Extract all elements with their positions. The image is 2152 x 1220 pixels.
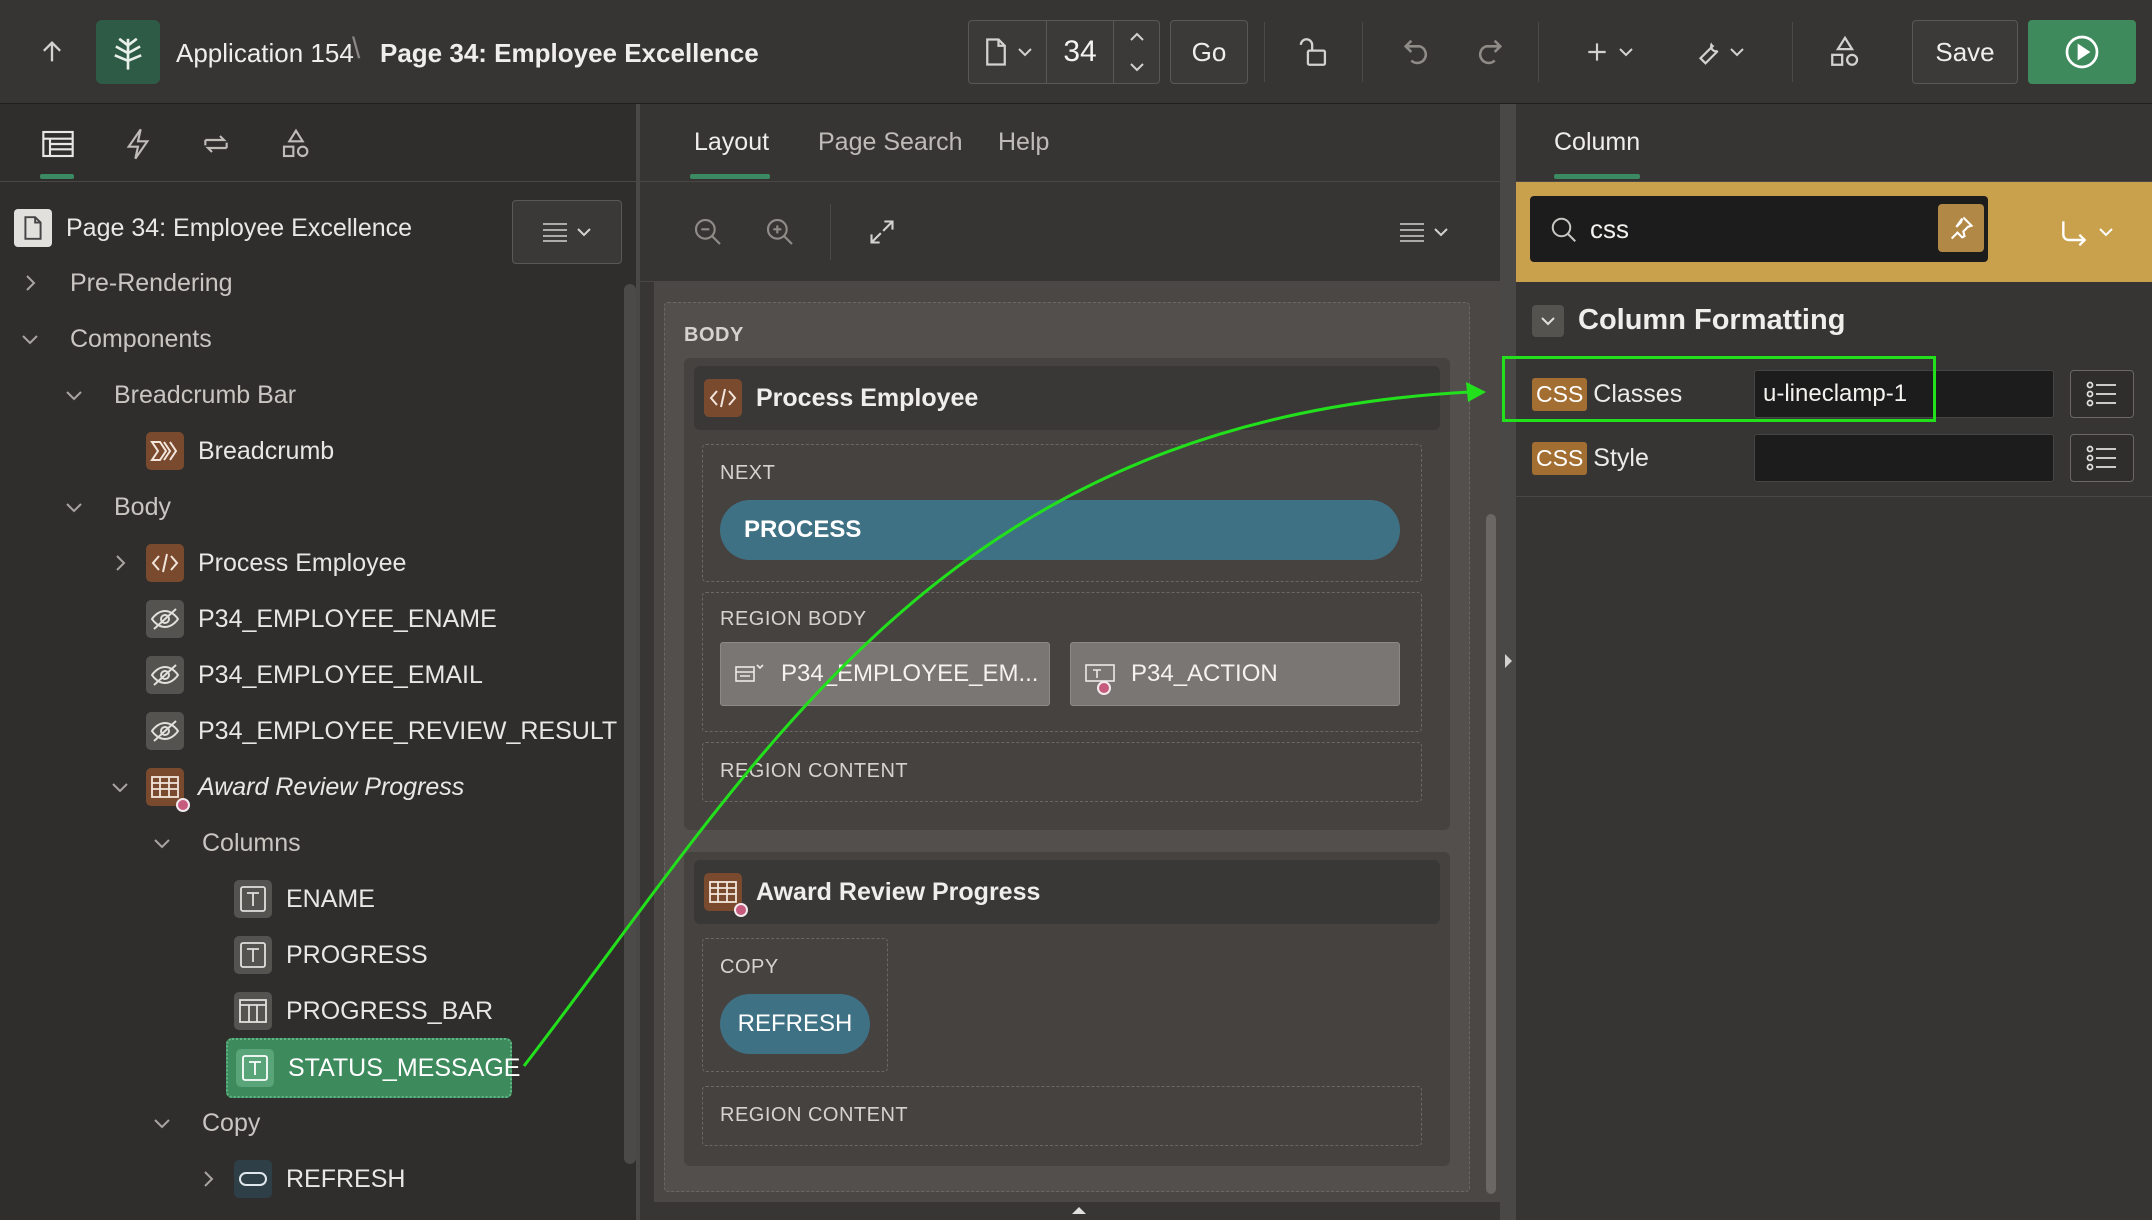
annotation-arrow xyxy=(522,382,1486,1067)
